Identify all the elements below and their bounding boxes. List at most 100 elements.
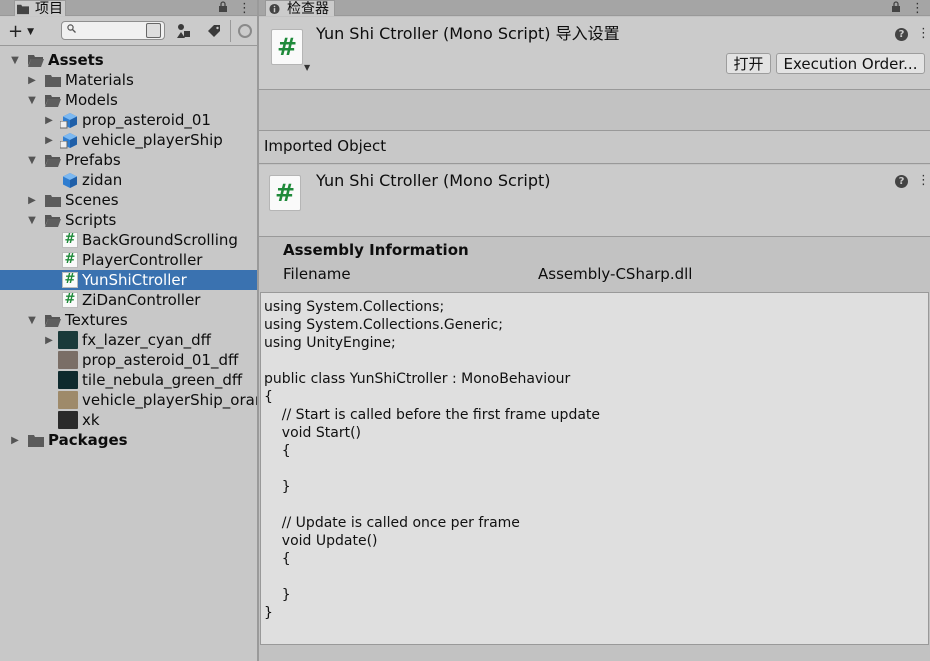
folder-item[interactable]: ▶ Materials bbox=[0, 70, 257, 90]
search-icon bbox=[67, 23, 76, 36]
prefab-icon bbox=[62, 172, 78, 188]
folder-open-icon bbox=[45, 212, 61, 228]
folder-item[interactable]: ▼ Scripts bbox=[0, 210, 257, 230]
imported-object-label: Imported Object bbox=[264, 137, 387, 155]
code-line: void Update() bbox=[264, 533, 378, 549]
tree-item-label: vehicle_playerShip bbox=[82, 131, 223, 149]
help-icon[interactable]: ? bbox=[895, 28, 908, 41]
code-line: void Start() bbox=[264, 425, 362, 441]
asset-item[interactable]: # PlayerController bbox=[0, 250, 257, 270]
script-preview[interactable]: using System.Collections; using System.Co… bbox=[260, 292, 929, 645]
texture-thumbnail-icon bbox=[58, 411, 78, 429]
expanded-arrow-icon[interactable]: ▼ bbox=[10, 50, 20, 70]
expanded-arrow-icon[interactable]: ▼ bbox=[27, 150, 37, 170]
preset-dropdown-icon[interactable]: ▼ bbox=[304, 63, 310, 72]
folder-open-icon bbox=[45, 92, 61, 108]
folder-open-icon bbox=[45, 152, 61, 168]
expanded-arrow-icon[interactable]: ▼ bbox=[27, 90, 37, 110]
tree-item-label: Scripts bbox=[65, 211, 117, 229]
csharp-script-icon: # bbox=[62, 292, 78, 308]
asset-item[interactable]: ▶ prop_asteroid_01 bbox=[0, 110, 257, 130]
tab-inspector[interactable]: 检查器 bbox=[265, 0, 335, 16]
csharp-script-icon: # bbox=[62, 272, 78, 288]
collapsed-arrow-icon[interactable]: ▶ bbox=[44, 130, 54, 150]
search-type-filter-icon[interactable] bbox=[146, 23, 161, 38]
code-line: using UnityEngine; bbox=[264, 335, 396, 351]
project-tab-label: 项目 bbox=[35, 0, 63, 16]
inspector-tab-bar: 检查器 ⋮ bbox=[259, 0, 930, 16]
tree-item-label: Packages bbox=[48, 431, 128, 449]
folder-icon bbox=[45, 72, 61, 88]
asset-item[interactable]: ▶ vehicle_playerShip bbox=[0, 130, 257, 150]
asset-item[interactable]: ▶ fx_lazer_cyan_dff bbox=[0, 330, 257, 350]
filter-by-label-icon[interactable] bbox=[205, 22, 223, 40]
lock-icon[interactable] bbox=[218, 0, 228, 16]
tree-item-label: Assets bbox=[48, 51, 104, 69]
search-input[interactable] bbox=[80, 23, 140, 38]
folder-icon bbox=[17, 4, 29, 15]
expanded-arrow-icon[interactable]: ▼ bbox=[27, 310, 37, 330]
filter-by-type-icon[interactable] bbox=[175, 22, 193, 40]
tree-item-label: PlayerController bbox=[82, 251, 203, 269]
help-icon[interactable]: ? bbox=[895, 175, 908, 188]
code-line: using System.Collections; bbox=[264, 299, 445, 315]
texture-thumbnail-icon bbox=[58, 371, 78, 389]
tree-item-label: Models bbox=[65, 91, 118, 109]
filename-label: Filename bbox=[283, 265, 351, 283]
component-menu-icon[interactable]: ⋮ bbox=[917, 174, 930, 187]
tree-item-label: tile_nebula_green_dff bbox=[82, 371, 243, 389]
chevron-down-icon: ▼ bbox=[27, 27, 35, 37]
folder-item[interactable]: ▼ Prefabs bbox=[0, 150, 257, 170]
asset-item[interactable]: vehicle_playerShip_orange_dff bbox=[0, 390, 310, 410]
code-line: } bbox=[264, 479, 291, 495]
folder-item[interactable]: ▼ Models bbox=[0, 90, 257, 110]
importer-header: # ▼ Yun Shi Ctroller (Mono Script) 导入设置 … bbox=[259, 17, 930, 90]
code-line: using System.Collections.Generic; bbox=[264, 317, 503, 333]
code-line: } bbox=[264, 605, 273, 621]
code-line: { bbox=[264, 551, 291, 567]
csharp-script-icon: # bbox=[269, 175, 301, 211]
folder-item[interactable]: ▶ Packages bbox=[0, 430, 257, 450]
folder-open-icon bbox=[28, 52, 44, 68]
tab-project[interactable]: 项目 bbox=[14, 0, 66, 16]
lock-icon[interactable] bbox=[891, 0, 901, 16]
favorites-icon[interactable] bbox=[236, 22, 254, 40]
project-toolbar: + ▼ bbox=[0, 17, 257, 46]
folder-icon bbox=[45, 192, 61, 208]
asset-item[interactable]: xk bbox=[0, 410, 257, 430]
inspector-footer bbox=[259, 646, 930, 661]
inspector-tab-label: 检查器 bbox=[287, 0, 329, 16]
tree-item-label: Prefabs bbox=[65, 151, 121, 169]
expanded-arrow-icon[interactable]: ▼ bbox=[27, 210, 37, 230]
folder-item[interactable]: ▶ Scenes bbox=[0, 190, 257, 210]
collapsed-arrow-icon[interactable]: ▶ bbox=[44, 330, 54, 350]
imported-object-section: Imported Object bbox=[259, 131, 930, 164]
create-button[interactable]: + ▼ bbox=[8, 20, 46, 42]
asset-item[interactable]: zidan bbox=[0, 170, 257, 190]
texture-thumbnail-icon bbox=[58, 351, 78, 369]
collapsed-arrow-icon[interactable]: ▶ bbox=[27, 70, 37, 90]
execution-order-button[interactable]: Execution Order... bbox=[776, 53, 925, 74]
plus-icon: + bbox=[8, 20, 24, 42]
folder-item[interactable]: ▼ Textures bbox=[0, 310, 257, 330]
collapsed-arrow-icon[interactable]: ▶ bbox=[27, 190, 37, 210]
component-menu-icon[interactable]: ⋮ bbox=[917, 27, 930, 40]
csharp-script-icon: # bbox=[62, 252, 78, 268]
model-icon bbox=[60, 132, 78, 149]
code-line: { bbox=[264, 389, 273, 405]
asset-item[interactable]: # ZiDanController bbox=[0, 290, 257, 310]
asset-item[interactable]: # YunShiCtroller bbox=[0, 270, 257, 290]
collapsed-arrow-icon[interactable]: ▶ bbox=[10, 430, 20, 450]
open-button[interactable]: 打开 bbox=[726, 53, 771, 74]
collapsed-arrow-icon[interactable]: ▶ bbox=[44, 110, 54, 130]
tree-item-label: zidan bbox=[82, 171, 123, 189]
search-field[interactable] bbox=[61, 21, 165, 40]
asset-item[interactable]: # BackGroundScrolling bbox=[0, 230, 257, 250]
asset-item[interactable]: prop_asteroid_01_dff bbox=[0, 350, 257, 370]
object-title: Yun Shi Ctroller (Mono Script) bbox=[316, 171, 551, 190]
kebab-menu-icon[interactable]: ⋮ bbox=[911, 1, 924, 16]
asset-item[interactable]: tile_nebula_green_dff bbox=[0, 370, 257, 390]
texture-thumbnail-icon bbox=[58, 331, 78, 349]
folder-item[interactable]: ▼ Assets bbox=[0, 50, 257, 70]
kebab-menu-icon[interactable]: ⋮ bbox=[238, 1, 251, 16]
